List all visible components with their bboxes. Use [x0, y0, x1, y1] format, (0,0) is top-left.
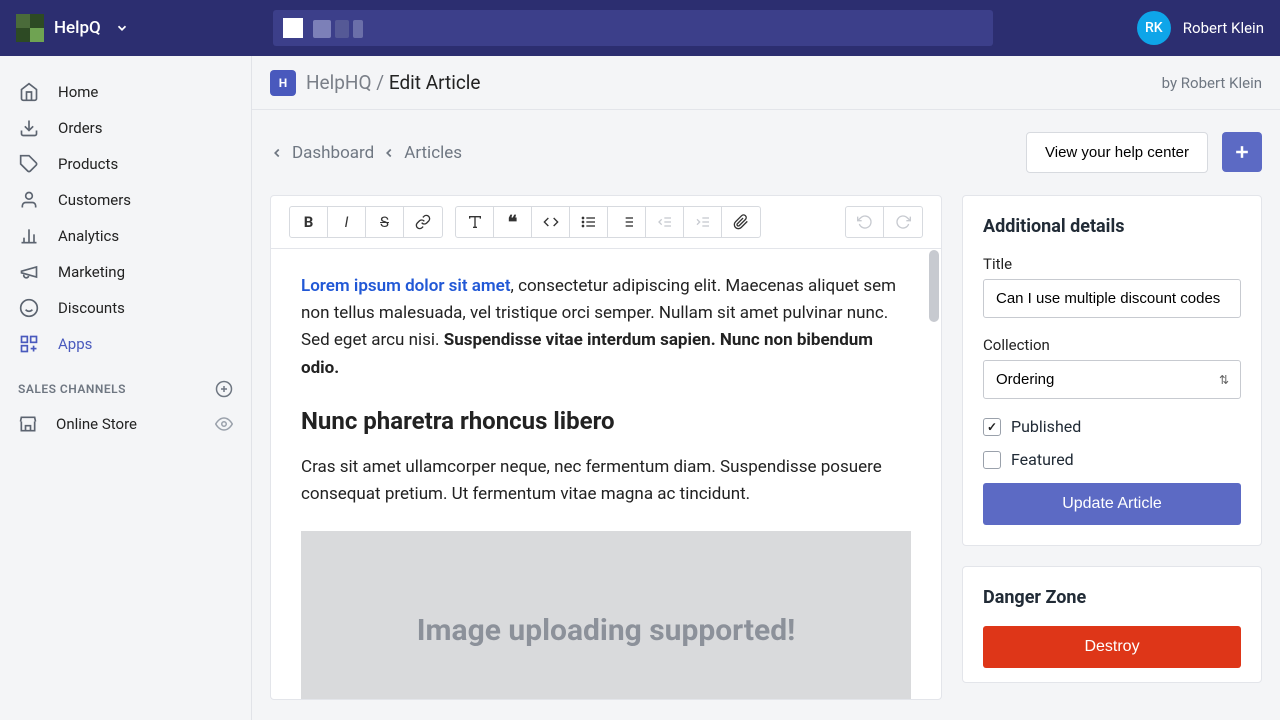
- sidebar-label: Marketing: [58, 263, 125, 281]
- details-heading: Additional details: [983, 216, 1241, 237]
- app-path: HelpHQ / Edit Article: [306, 71, 481, 94]
- channel-online-store[interactable]: Online Store: [0, 406, 251, 442]
- home-icon: [18, 82, 40, 102]
- sidebar-item-analytics[interactable]: Analytics: [0, 218, 251, 254]
- search-input[interactable]: [273, 10, 993, 46]
- app-name[interactable]: HelpHQ: [306, 71, 372, 94]
- chevron-left-icon[interactable]: [382, 146, 396, 160]
- sidebar-item-orders[interactable]: Orders: [0, 110, 251, 146]
- quote-button[interactable]: ❝: [494, 207, 532, 237]
- discount-icon: [18, 298, 40, 318]
- published-checkbox[interactable]: [983, 418, 1001, 436]
- bold-button[interactable]: B: [290, 207, 328, 237]
- main-area: H HelpHQ / Edit Article by Robert Klein …: [252, 56, 1280, 720]
- collection-label: Collection: [983, 336, 1241, 354]
- code-button[interactable]: [532, 207, 570, 237]
- danger-heading: Danger Zone: [983, 587, 1241, 608]
- editor-panel: B I S ❝: [270, 195, 942, 700]
- brand-logo: [16, 14, 44, 42]
- danger-card: Danger Zone Destroy: [962, 566, 1262, 683]
- sidebar-label: Orders: [58, 119, 103, 137]
- sidebar-label: Customers: [58, 191, 131, 209]
- title-input[interactable]: [983, 279, 1241, 318]
- number-list-button[interactable]: [608, 207, 646, 237]
- link-button[interactable]: [404, 207, 442, 237]
- collection-select[interactable]: Ordering: [983, 360, 1241, 399]
- sidebar: Home Orders Products Customers Analytics…: [0, 56, 252, 720]
- toolbar-row: Dashboard Articles View your help center: [252, 110, 1280, 195]
- search-icon: [283, 18, 303, 38]
- user-name: Robert Klein: [1183, 19, 1264, 37]
- editor-toolbar: B I S ❝: [271, 196, 941, 249]
- search-area: [129, 10, 1137, 46]
- section-label: SALES CHANNELS: [18, 382, 126, 396]
- top-bar: HelpQ RK Robert Klein: [0, 0, 1280, 56]
- undo-button[interactable]: [846, 207, 884, 237]
- outdent-button[interactable]: [646, 207, 684, 237]
- chevron-left-icon[interactable]: [270, 146, 284, 160]
- brand-name: HelpQ: [54, 18, 101, 38]
- redo-button[interactable]: [884, 207, 922, 237]
- orders-icon: [18, 118, 40, 138]
- sidebar-item-marketing[interactable]: Marketing: [0, 254, 251, 290]
- sidebar-item-discounts[interactable]: Discounts: [0, 290, 251, 326]
- user-icon: [18, 190, 40, 210]
- sidebar-item-apps[interactable]: Apps: [0, 326, 251, 362]
- featured-label: Featured: [1011, 450, 1074, 469]
- sidebar-section-header: SALES CHANNELS: [0, 362, 251, 406]
- title-label: Title: [983, 255, 1241, 273]
- view-help-center-button[interactable]: View your help center: [1026, 132, 1208, 173]
- user-menu[interactable]: RK Robert Klein: [1137, 11, 1264, 45]
- avatar: RK: [1137, 11, 1171, 45]
- add-channel-button[interactable]: [215, 380, 233, 398]
- details-card: Additional details Title Collection Orde…: [962, 195, 1262, 546]
- scrollbar-thumb[interactable]: [929, 250, 939, 322]
- crumb-dashboard[interactable]: Dashboard: [292, 143, 374, 163]
- heading-button[interactable]: [456, 207, 494, 237]
- path-separator: /: [376, 71, 384, 94]
- app-header: H HelpHQ / Edit Article by Robert Klein: [252, 56, 1280, 110]
- add-button[interactable]: [1222, 132, 1262, 172]
- strike-button[interactable]: S: [366, 207, 404, 237]
- editor-link[interactable]: Lorem ipsum dolor sit amet: [301, 276, 511, 296]
- store-icon: [18, 414, 38, 434]
- app-icon: H: [270, 70, 296, 96]
- chart-icon: [18, 226, 40, 246]
- sidebar-label: Products: [58, 155, 118, 173]
- chevron-down-icon: [115, 21, 129, 35]
- attach-button[interactable]: [722, 207, 760, 237]
- published-label: Published: [1011, 417, 1081, 436]
- update-article-button[interactable]: Update Article: [983, 483, 1241, 525]
- tag-icon: [18, 154, 40, 174]
- sidebar-label: Analytics: [58, 227, 119, 245]
- indent-button[interactable]: [684, 207, 722, 237]
- byline: by Robert Klein: [1162, 74, 1262, 92]
- page-title: Edit Article: [389, 71, 481, 94]
- sidebar-label: Discounts: [58, 299, 125, 317]
- image-placeholder: Image uploading supported!: [301, 531, 911, 699]
- sidebar-item-home[interactable]: Home: [0, 74, 251, 110]
- editor-heading: Nunc pharetra rhoncus libero: [301, 402, 911, 440]
- sidebar-label: Home: [58, 83, 98, 101]
- crumb-articles[interactable]: Articles: [404, 143, 462, 163]
- sidebar-item-customers[interactable]: Customers: [0, 182, 251, 218]
- apps-icon: [18, 334, 40, 354]
- breadcrumb: Dashboard Articles: [270, 143, 462, 163]
- destroy-button[interactable]: Destroy: [983, 626, 1241, 668]
- megaphone-icon: [18, 262, 40, 282]
- editor-paragraph: Cras sit amet ullamcorper neque, nec fer…: [301, 454, 911, 508]
- brand-area[interactable]: HelpQ: [16, 14, 129, 42]
- eye-icon[interactable]: [215, 415, 233, 433]
- featured-checkbox[interactable]: [983, 451, 1001, 469]
- editor-body[interactable]: Lorem ipsum dolor sit amet, consectetur …: [271, 249, 941, 699]
- bullet-list-button[interactable]: [570, 207, 608, 237]
- italic-button[interactable]: I: [328, 207, 366, 237]
- sidebar-item-products[interactable]: Products: [0, 146, 251, 182]
- sidebar-label: Apps: [58, 335, 92, 353]
- channel-label: Online Store: [56, 415, 137, 433]
